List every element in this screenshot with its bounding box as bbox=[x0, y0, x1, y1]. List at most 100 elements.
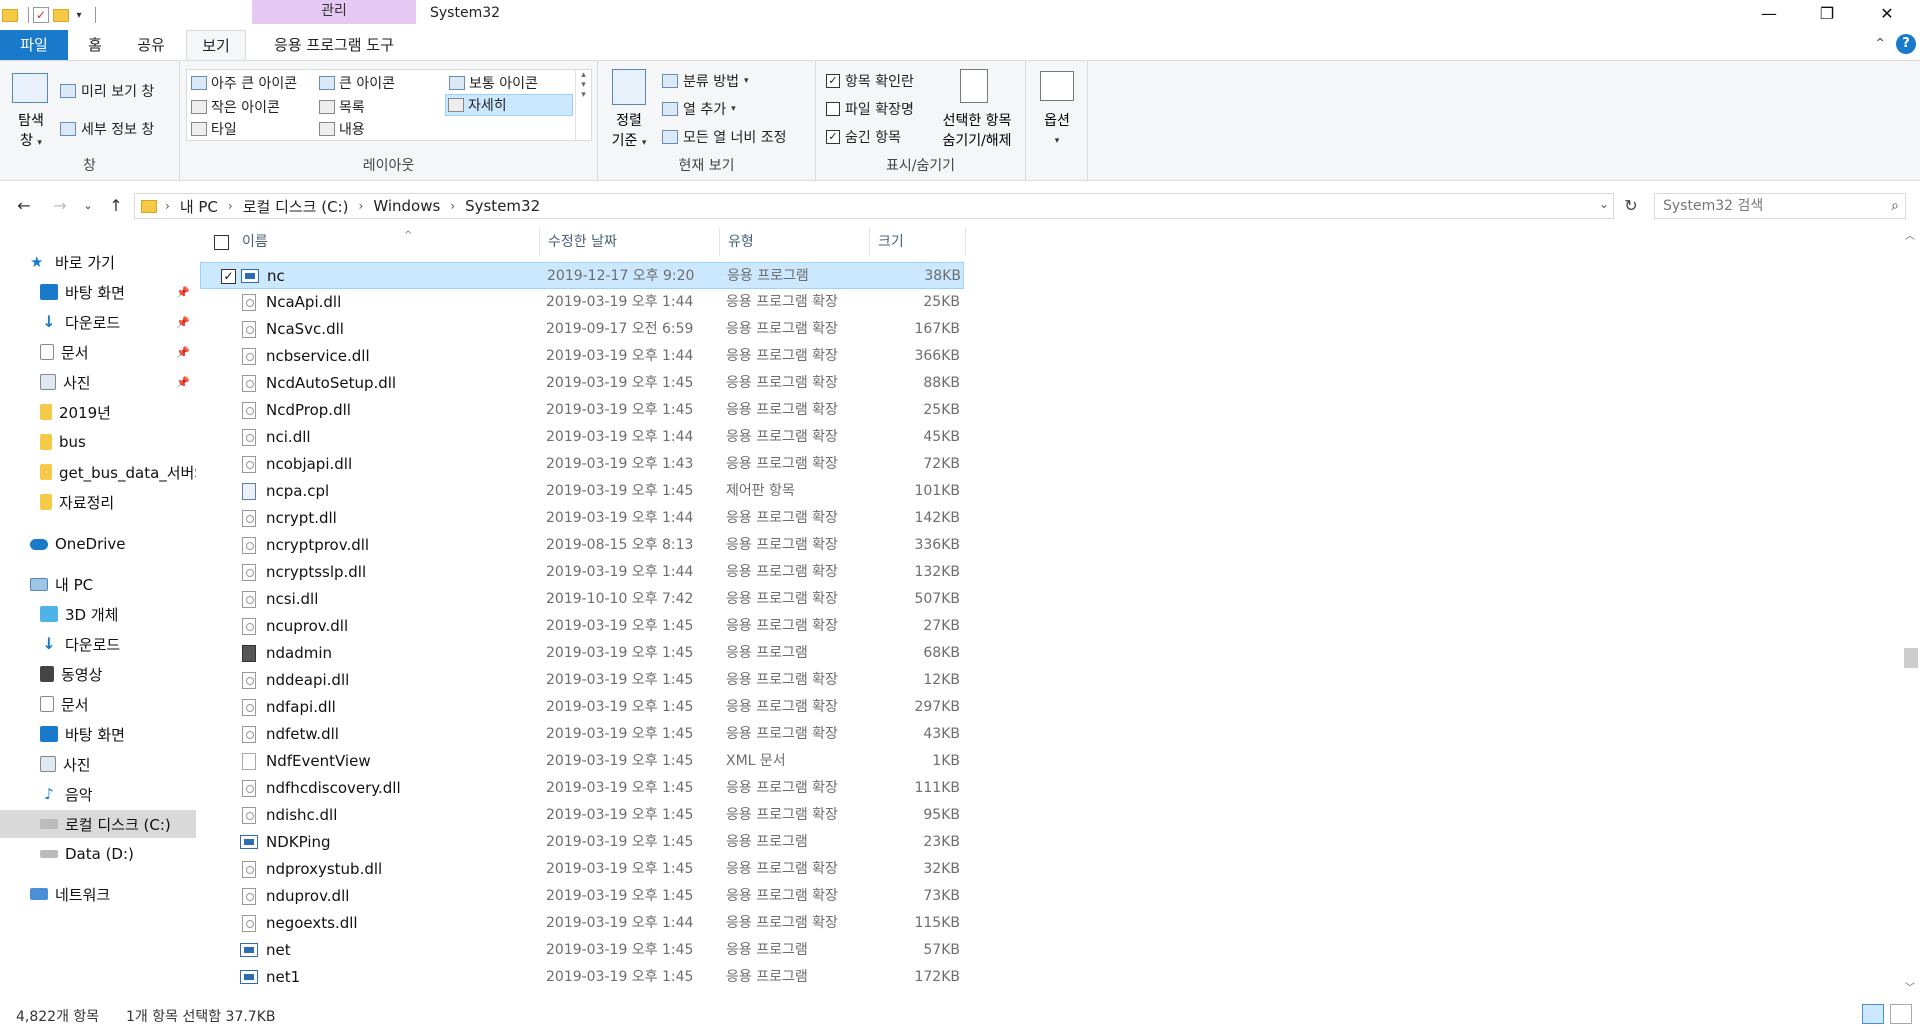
file-row[interactable]: NDKPing 2019-03-19 오후 1:45 응용 프로그램 23KB bbox=[200, 829, 964, 856]
file-row[interactable]: ndfhcdiscovery.dll 2019-03-19 오후 1:45 응용 프… bbox=[200, 775, 964, 802]
navigation-pane-button[interactable]: 탐색 창 ▾ bbox=[8, 111, 54, 153]
layout-medium-icons[interactable]: 보통 아이콘 bbox=[447, 72, 538, 94]
search-input[interactable]: System32 검색 ⌕ bbox=[1654, 193, 1906, 219]
nav-quick-access[interactable]: ★ 바로 가기 bbox=[0, 248, 196, 276]
column-header-size[interactable]: 크기 bbox=[870, 228, 966, 256]
column-header-name[interactable]: 이름 ^ bbox=[234, 228, 540, 256]
file-row[interactable]: NcdAutoSetup.dll 2019-03-19 오후 1:45 응용 프로그… bbox=[200, 370, 964, 397]
nav-item-folder-2019[interactable]: 2019년 bbox=[0, 398, 196, 426]
nav-item-documents-pc[interactable]: 문서 bbox=[0, 690, 196, 718]
file-row[interactable]: NcaSvc.dll 2019-09-17 오전 6:59 응용 프로그램 확장 16… bbox=[200, 316, 964, 343]
nav-item-downloads-pc[interactable]: ↓ 다운로드 bbox=[0, 630, 196, 658]
nav-onedrive[interactable]: OneDrive bbox=[0, 530, 196, 558]
file-row[interactable]: ndfetw.dll 2019-03-19 오후 1:45 응용 프로그램 확장 43… bbox=[200, 721, 964, 748]
layout-tiles[interactable]: 타일 bbox=[189, 118, 237, 140]
tab-share[interactable]: 공유 bbox=[126, 30, 176, 60]
file-row[interactable]: NcaApi.dll 2019-03-19 오후 1:44 응용 프로그램 확장 25… bbox=[200, 289, 964, 316]
breadcrumb-system32[interactable]: System32 bbox=[465, 197, 540, 215]
pin-icon[interactable]: 📌 bbox=[176, 286, 190, 299]
properties-icon[interactable]: ✓ bbox=[33, 7, 49, 23]
nav-item-data-d[interactable]: Data (D:) bbox=[0, 840, 196, 868]
nav-item-folder-bus[interactable]: bus bbox=[0, 428, 196, 456]
help-icon[interactable]: ? bbox=[1896, 34, 1916, 54]
close-button[interactable]: ✕ bbox=[1858, 0, 1916, 30]
layout-content[interactable]: 내용 bbox=[317, 118, 365, 140]
file-row[interactable]: ncpa.cpl 2019-03-19 오후 1:45 제어판 항목 101KB bbox=[200, 478, 964, 505]
file-row[interactable]: negoexts.dll 2019-03-19 오후 1:44 응용 프로그램 확장… bbox=[200, 910, 964, 937]
file-row[interactable]: ndproxystub.dll 2019-03-19 오후 1:45 응용 프로그램… bbox=[200, 856, 964, 883]
back-button[interactable]: ← bbox=[12, 194, 36, 218]
layout-small-icons[interactable]: 작은 아이콘 bbox=[189, 96, 280, 118]
file-row[interactable]: ndadmin 2019-03-19 오후 1:45 응용 프로그램 68KB bbox=[200, 640, 964, 667]
size-all-columns-button[interactable]: 모든 열 너비 조정 bbox=[662, 127, 787, 147]
row-checkbox[interactable]: ✓ bbox=[221, 269, 236, 284]
file-row[interactable]: ncryptprov.dll 2019-08-15 오후 8:13 응용 프로그램 … bbox=[200, 532, 964, 559]
file-row[interactable]: NdfEventView 2019-03-19 오후 1:45 XML 문서 1KB bbox=[200, 748, 964, 775]
nav-item-desktop-pc[interactable]: 바탕 화면 bbox=[0, 720, 196, 748]
nav-item-folder-get-bus-data[interactable]: get_bus_data_서버S bbox=[0, 458, 196, 486]
column-header-modified[interactable]: 수정한 날짜 bbox=[540, 228, 720, 256]
manage-context-tab[interactable]: 관리 bbox=[252, 0, 416, 24]
breadcrumb-windows[interactable]: Windows bbox=[373, 197, 440, 215]
file-row[interactable]: ndfapi.dll 2019-03-19 오후 1:45 응용 프로그램 확장 29… bbox=[200, 694, 964, 721]
item-checkboxes-toggle[interactable]: ✓ 항목 확인란 bbox=[826, 71, 914, 91]
hide-selected-button[interactable]: 선택한 항목 숨기기/해제 bbox=[932, 111, 1022, 151]
scrollbar-thumb[interactable] bbox=[1904, 648, 1918, 668]
nav-item-pictures[interactable]: 사진 📌 bbox=[0, 368, 196, 396]
nav-item-documents[interactable]: 문서 📌 bbox=[0, 338, 196, 366]
file-row[interactable]: ncryptsslp.dll 2019-03-19 오후 1:44 응용 프로그램 … bbox=[200, 559, 964, 586]
layout-details[interactable]: 자세히 bbox=[445, 94, 573, 116]
file-row[interactable]: ✓ nc 2019-12-17 오후 9:20 응용 프로그램 38KB bbox=[200, 262, 964, 289]
layout-gallery-scroll[interactable]: ▴ ▾ ▾ bbox=[575, 70, 591, 140]
vertical-scrollbar[interactable]: ︿ ﹀ bbox=[1900, 228, 1920, 998]
nav-item-videos[interactable]: 동영상 bbox=[0, 660, 196, 688]
file-row[interactable]: ndishc.dll 2019-03-19 오후 1:45 응용 프로그램 확장 95… bbox=[200, 802, 964, 829]
preview-pane-button[interactable]: 미리 보기 창 bbox=[60, 81, 154, 101]
recent-locations-button[interactable]: ⌄ bbox=[76, 194, 100, 218]
file-row[interactable]: ncsi.dll 2019-10-10 오후 7:42 응용 프로그램 확장 507K… bbox=[200, 586, 964, 613]
maximize-button[interactable]: ❐ bbox=[1798, 0, 1856, 30]
hidden-items-toggle[interactable]: ✓ 숨긴 항목 bbox=[826, 127, 901, 147]
chevron-right-icon[interactable]: › bbox=[228, 199, 233, 213]
file-row[interactable]: ncobjapi.dll 2019-03-19 오후 1:43 응용 프로그램 확장… bbox=[200, 451, 964, 478]
details-view-icon[interactable] bbox=[1862, 1004, 1884, 1024]
options-button[interactable]: 옵션 ▾ bbox=[1026, 111, 1088, 151]
breadcrumb-this-pc[interactable]: 내 PC bbox=[180, 196, 218, 217]
layout-large-icons[interactable]: 큰 아이콘 bbox=[317, 72, 395, 94]
pin-icon[interactable]: 📌 bbox=[176, 346, 190, 359]
nav-item-local-disk-c[interactable]: 로컬 디스크 (C:) bbox=[0, 810, 196, 838]
pin-icon[interactable]: 📌 bbox=[176, 316, 190, 329]
large-icons-view-icon[interactable] bbox=[1890, 1004, 1912, 1024]
file-row[interactable]: ncbservice.dll 2019-03-19 오후 1:44 응용 프로그램 … bbox=[200, 343, 964, 370]
details-pane-button[interactable]: 세부 정보 창 bbox=[60, 119, 154, 139]
chevron-right-icon[interactable]: › bbox=[165, 199, 170, 213]
tab-home[interactable]: 홈 bbox=[74, 30, 116, 60]
nav-this-pc[interactable]: 내 PC bbox=[0, 570, 196, 598]
nav-item-folder-archive[interactable]: 자료정리 bbox=[0, 488, 196, 516]
pin-icon[interactable]: 📌 bbox=[176, 376, 190, 389]
file-row[interactable]: ncuprov.dll 2019-03-19 오후 1:45 응용 프로그램 확장 2… bbox=[200, 613, 964, 640]
file-row[interactable]: ncrypt.dll 2019-03-19 오후 1:44 응용 프로그램 확장 14… bbox=[200, 505, 964, 532]
select-all-checkbox[interactable] bbox=[214, 235, 229, 250]
layout-list[interactable]: 목록 bbox=[317, 96, 365, 118]
scroll-down-icon[interactable]: ﹀ bbox=[1900, 980, 1920, 998]
layout-extra-large-icons[interactable]: 아주 큰 아이콘 bbox=[189, 72, 297, 94]
nav-item-desktop[interactable]: 바탕 화면 📌 bbox=[0, 278, 196, 306]
chevron-right-icon[interactable]: › bbox=[450, 199, 455, 213]
nav-item-3d-objects[interactable]: 3D 개체 bbox=[0, 600, 196, 628]
up-button[interactable]: ↑ bbox=[104, 194, 128, 218]
new-folder-icon[interactable] bbox=[53, 8, 69, 22]
tab-file[interactable]: 파일 bbox=[0, 30, 68, 60]
nav-item-downloads[interactable]: ↓ 다운로드 📌 bbox=[0, 308, 196, 336]
chevron-right-icon[interactable]: › bbox=[359, 199, 364, 213]
file-row[interactable]: net1 2019-03-19 오후 1:45 응용 프로그램 172KB bbox=[200, 964, 964, 991]
file-row[interactable]: nduprov.dll 2019-03-19 오후 1:45 응용 프로그램 확장 7… bbox=[200, 883, 964, 910]
column-header-type[interactable]: 유형 bbox=[720, 228, 870, 256]
tab-view[interactable]: 보기 bbox=[186, 30, 246, 60]
nav-item-music[interactable]: ♪ 음악 bbox=[0, 780, 196, 808]
breadcrumb-local-disk[interactable]: 로컬 디스크 (C:) bbox=[243, 196, 349, 217]
nav-network[interactable]: 네트워크 bbox=[0, 880, 196, 908]
sort-by-button[interactable]: 정렬 기준 ▾ bbox=[606, 111, 652, 153]
address-box[interactable]: › 내 PC › 로컬 디스크 (C:) › Windows › System3… bbox=[134, 193, 1614, 219]
forward-button[interactable]: → bbox=[48, 194, 72, 218]
